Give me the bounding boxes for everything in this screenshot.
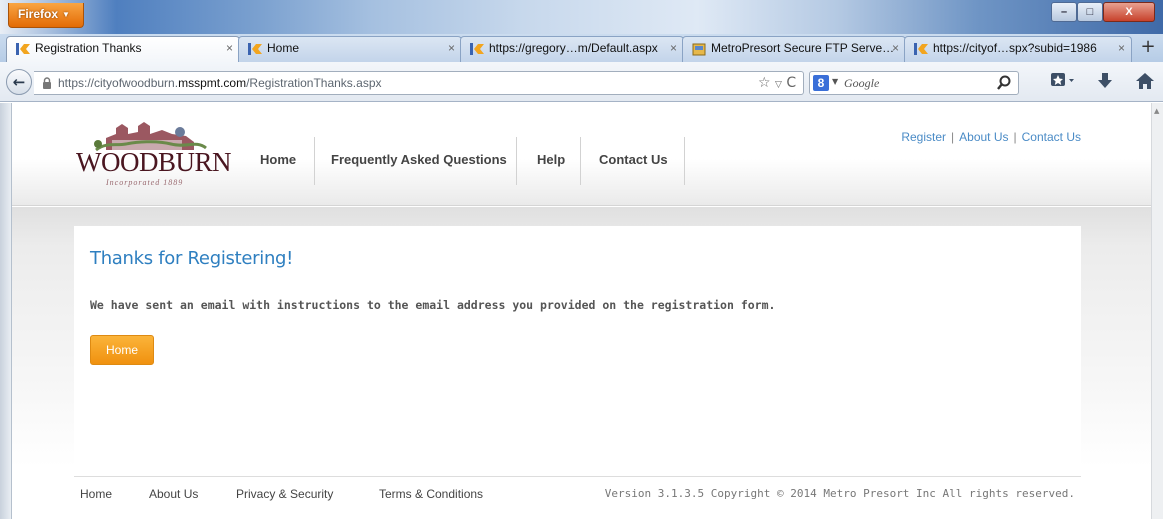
tab-title: https://cityof…spx?subid=1986 xyxy=(933,41,1097,55)
tab-title: MetroPresort Secure FTP Serve… xyxy=(711,41,895,55)
search-icon[interactable] xyxy=(996,75,1012,91)
url-bar-icons: ☆ ▽ C xyxy=(758,75,796,91)
site-favicon-icon xyxy=(248,43,262,55)
tab-registration-thanks[interactable]: Registration Thanks × xyxy=(6,36,240,63)
about-us-link[interactable]: About Us xyxy=(959,130,1008,144)
site-header: WOODBURN Incorporated 1889 Home Frequent… xyxy=(12,103,1151,206)
search-placeholder: Google xyxy=(844,76,880,90)
link-separator: | xyxy=(1013,130,1017,144)
page-title: Thanks for Registering! xyxy=(90,248,294,269)
tab-strip: Registration Thanks × Home × https://gre… xyxy=(0,34,1163,63)
footer-terms-link[interactable]: Terms & Conditions xyxy=(379,487,483,501)
site-footer: Home About Us Privacy & Security Terms &… xyxy=(74,476,1081,508)
reload-icon[interactable]: C xyxy=(786,75,796,91)
sidebar-edge xyxy=(0,103,12,519)
version-copyright: Version 3.1.3.5 Copyright © 2014 Metro P… xyxy=(604,487,1075,500)
url-bar[interactable]: https://cityofwoodburn.msspmt.com/Regist… xyxy=(34,71,804,95)
tab-close-icon[interactable]: × xyxy=(1118,41,1125,55)
dropmarker-icon[interactable]: ▽ xyxy=(775,80,782,90)
site-favicon-icon xyxy=(16,43,30,55)
logo-text: WOODBURN xyxy=(76,147,232,177)
site-favicon-icon xyxy=(470,43,484,55)
nav-divider xyxy=(516,137,517,185)
minimize-button[interactable]: – xyxy=(1051,2,1077,22)
firefox-menu-label: Firefox xyxy=(18,7,59,21)
star-icon[interactable]: ☆ xyxy=(758,75,771,91)
tab-title: https://gregory…m/Default.aspx xyxy=(489,41,658,55)
web-page: WOODBURN Incorporated 1889 Home Frequent… xyxy=(12,103,1151,519)
register-link[interactable]: Register xyxy=(901,130,946,144)
footer-home-link[interactable]: Home xyxy=(80,487,112,501)
maximize-button[interactable]: □ xyxy=(1077,2,1103,22)
nav-divider xyxy=(580,137,581,185)
close-window-button[interactable]: X xyxy=(1103,2,1155,22)
tab-gregory-default[interactable]: https://gregory…m/Default.aspx × xyxy=(460,36,684,62)
search-engine-dropdown-icon[interactable]: ▼ xyxy=(832,77,838,86)
tab-close-icon[interactable]: × xyxy=(892,41,899,55)
tab-title: Home xyxy=(267,41,300,55)
contact-us-link[interactable]: Contact Us xyxy=(1022,130,1081,144)
footer-about-us-link[interactable]: About Us xyxy=(149,487,198,501)
home-icon[interactable] xyxy=(1135,71,1155,95)
nav-contact-us[interactable]: Contact Us xyxy=(599,137,668,185)
back-icon[interactable]: ← xyxy=(6,69,32,95)
url-path: /RegistrationThanks.aspx xyxy=(246,76,382,90)
nav-home[interactable]: Home xyxy=(260,137,296,185)
lock-icon xyxy=(43,77,51,89)
google-icon[interactable]: 8 xyxy=(813,75,829,91)
top-links: Register | About Us | Contact Us xyxy=(901,130,1081,144)
tab-home[interactable]: Home × xyxy=(238,36,462,62)
dropdown-arrow-icon: ▼ xyxy=(62,10,70,19)
ftp-favicon-icon xyxy=(692,43,706,56)
navigation-toolbar: ← https://cityofwoodburn.msspmt.com/Regi… xyxy=(0,62,1163,102)
tab-close-icon[interactable]: × xyxy=(448,41,455,55)
tab-metropresort-ftp[interactable]: MetroPresort Secure FTP Serve… × xyxy=(682,36,906,62)
nav-help[interactable]: Help xyxy=(537,137,565,185)
logo-subtext: Incorporated 1889 xyxy=(106,178,184,187)
nav-divider xyxy=(314,137,315,185)
new-tab-button[interactable]: + xyxy=(1137,38,1159,58)
download-icon[interactable] xyxy=(1097,72,1113,94)
url-domain: msspmt.com xyxy=(178,76,247,90)
vertical-scrollbar[interactable]: ▲ xyxy=(1151,103,1163,519)
nav-divider xyxy=(684,137,685,185)
url-prefix: https://cityofwoodburn. xyxy=(58,76,179,90)
site-favicon-icon xyxy=(914,43,928,55)
bookmarks-icon[interactable] xyxy=(1050,71,1076,93)
confirmation-message: We have sent an email with instructions … xyxy=(90,298,776,312)
scroll-up-icon[interactable]: ▲ xyxy=(1154,107,1159,115)
url-text: https://cityofwoodburn.msspmt.com/Regist… xyxy=(58,76,382,90)
footer-privacy-link[interactable]: Privacy & Security xyxy=(236,487,333,501)
home-button[interactable]: Home xyxy=(90,335,154,365)
firefox-menu-button[interactable]: Firefox ▼ xyxy=(8,3,84,28)
window-titlebar: Firefox ▼ – □ X xyxy=(0,0,1163,34)
woodburn-logo[interactable]: WOODBURN Incorporated 1889 xyxy=(76,120,232,187)
tab-close-icon[interactable]: × xyxy=(226,41,233,55)
link-separator: | xyxy=(951,130,955,144)
tab-title: Registration Thanks xyxy=(35,41,142,55)
nav-faq[interactable]: Frequently Asked Questions xyxy=(331,137,507,185)
tab-close-icon[interactable]: × xyxy=(670,41,677,55)
search-bar[interactable]: 8 ▼ Google xyxy=(809,71,1019,95)
tab-cityof-subid[interactable]: https://cityof…spx?subid=1986 × xyxy=(904,36,1132,62)
